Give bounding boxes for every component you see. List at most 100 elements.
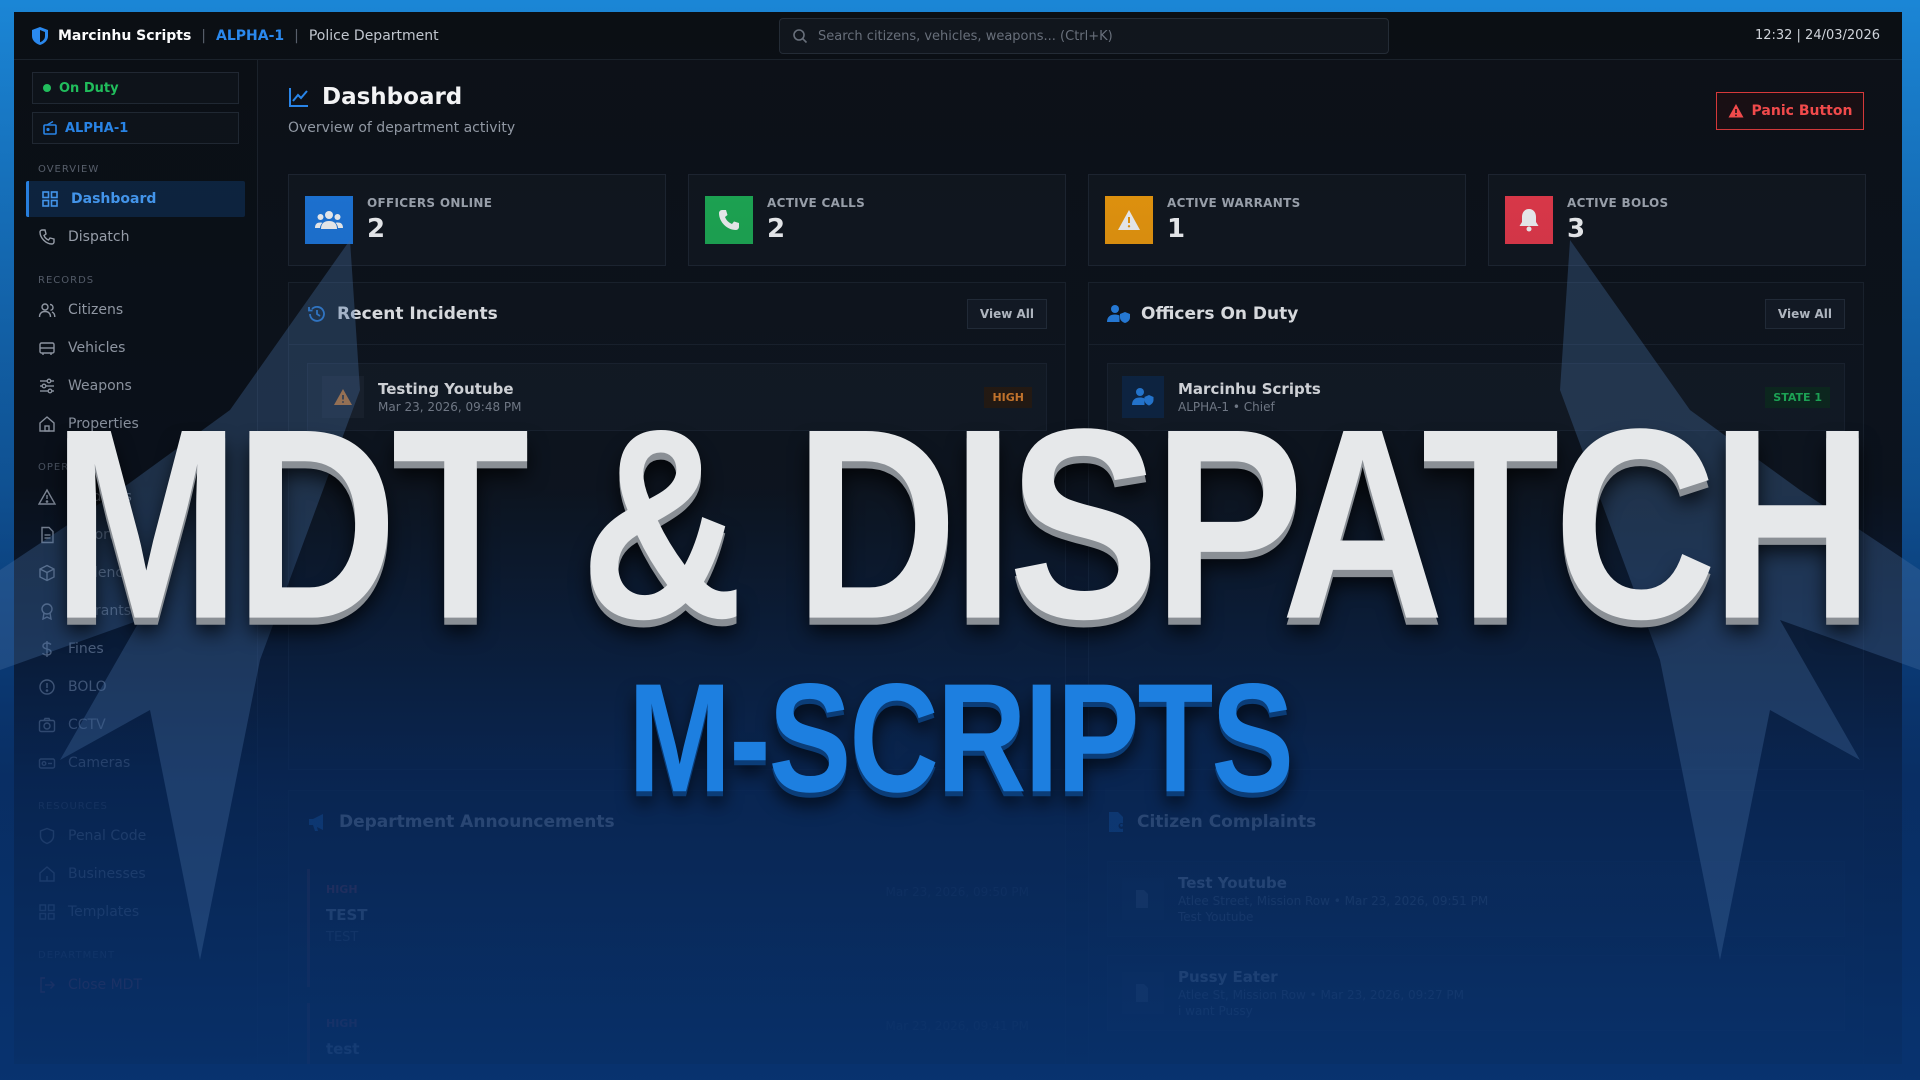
stat-icon-tile bbox=[705, 196, 753, 244]
unit-label: ALPHA-1 bbox=[65, 120, 129, 136]
announcements-panel: Department Announcements HIGH TEST TEST … bbox=[288, 790, 1066, 1064]
stat-card-calls[interactable]: ACTIVE CALLS 2 bbox=[688, 174, 1066, 266]
sidebar-item-label: Evidence bbox=[68, 565, 132, 581]
priority-badge: HIGH bbox=[984, 386, 1032, 408]
warning-icon bbox=[1728, 104, 1744, 118]
sidebar-item-bolo[interactable]: BOLO bbox=[26, 669, 245, 705]
stat-label: ACTIVE CALLS bbox=[767, 196, 866, 210]
sidebar-item-label: Businesses bbox=[68, 866, 146, 882]
announcement-item[interactable]: HIGH test Mar 23, 2026, 09:41 PM bbox=[307, 1003, 1047, 1064]
shield-icon bbox=[32, 26, 48, 45]
search-input[interactable] bbox=[818, 28, 1358, 44]
complaints-panel: Citizen Complaints Test Youtube Atlee St… bbox=[1088, 790, 1864, 1064]
complaint-title: Test Youtube bbox=[1178, 874, 1287, 892]
duty-status-label: On Duty bbox=[59, 80, 119, 96]
view-all-incidents-button[interactable]: View All bbox=[966, 298, 1047, 329]
grid-icon bbox=[42, 191, 58, 207]
sidebar-item-dispatch[interactable]: Dispatch bbox=[26, 219, 245, 255]
sidebar-item-citizens[interactable]: Citizens bbox=[26, 292, 245, 328]
badge-icon bbox=[41, 603, 53, 620]
home-icon bbox=[39, 416, 55, 432]
incident-icon-tile bbox=[322, 376, 364, 418]
stat-value: 2 bbox=[367, 214, 386, 244]
section-resources: RESOURCES bbox=[38, 801, 108, 812]
alert-circle-icon bbox=[39, 679, 55, 695]
page-header: Dashboard bbox=[288, 84, 462, 110]
unit-selector[interactable]: ALPHA-1 bbox=[32, 112, 239, 144]
sidebar-item-cctv[interactable]: CCTV bbox=[26, 707, 245, 743]
megaphone-icon bbox=[309, 814, 323, 831]
sidebar-item-evidence[interactable]: Evidence bbox=[26, 555, 245, 591]
stat-card-bolos[interactable]: ACTIVE BOLOS 3 bbox=[1488, 174, 1866, 266]
sidebar-item-penal-code[interactable]: Penal Code bbox=[26, 818, 245, 854]
announcement-item[interactable]: HIGH TEST TEST Mar 23, 2026, 09:50 PM bbox=[307, 869, 1047, 987]
complaint-icon-tile bbox=[1122, 878, 1164, 920]
top-bar: Marcinhu Scripts | ALPHA-1 | Police Depa… bbox=[14, 12, 1902, 60]
view-all-officers-button[interactable]: View All bbox=[1764, 298, 1845, 329]
stat-icon-tile bbox=[1105, 196, 1153, 244]
page-subtitle: Overview of department activity bbox=[288, 120, 516, 136]
announcement-title: TEST bbox=[326, 906, 368, 924]
sidebar-item-label: Fines bbox=[68, 641, 104, 657]
dollar-icon bbox=[41, 641, 52, 657]
sidebar-item-incidents[interactable]: Incidents bbox=[26, 479, 245, 515]
box-icon bbox=[39, 564, 55, 582]
mdt-window: Marcinhu Scripts | ALPHA-1 | Police Depa… bbox=[14, 12, 1902, 1064]
complaint-row[interactable]: Test Youtube Atlee Street, Mission Row •… bbox=[1107, 861, 1845, 937]
announcement-title: test bbox=[326, 1040, 360, 1058]
panel-title: Officers On Duty bbox=[1141, 303, 1299, 324]
sidebar-item-templates[interactable]: Templates bbox=[26, 894, 245, 930]
sidebar-item-weapons[interactable]: Weapons bbox=[26, 368, 245, 404]
section-operations: OPERATIONS bbox=[38, 462, 112, 473]
app-name: Marcinhu Scripts bbox=[58, 27, 192, 44]
panel-header: Citizen Complaints bbox=[1089, 791, 1863, 853]
incident-title: Testing Youtube bbox=[378, 380, 514, 398]
sidebar-item-label: Templates bbox=[68, 904, 140, 920]
brand: Marcinhu Scripts | ALPHA-1 | Police Depa… bbox=[32, 26, 439, 45]
brand-separator: | bbox=[201, 27, 207, 44]
file-user-icon bbox=[1109, 812, 1125, 832]
main-content: Dashboard Overview of department activit… bbox=[258, 60, 1902, 1064]
sidebar-item-cameras[interactable]: Cameras bbox=[26, 745, 245, 781]
stat-card-officers[interactable]: OFFICERS ONLINE 2 bbox=[288, 174, 666, 266]
clock: 12:32 | 24/03/2026 bbox=[1754, 28, 1880, 43]
officer-name: Marcinhu Scripts bbox=[1178, 380, 1321, 398]
sliders-icon bbox=[40, 378, 54, 394]
department-name: Police Department bbox=[308, 27, 439, 44]
radio-icon bbox=[43, 121, 57, 135]
incident-row[interactable]: Testing Youtube Mar 23, 2026, 09:48 PM H… bbox=[307, 363, 1047, 431]
sidebar-item-label: Reports bbox=[68, 527, 122, 543]
search-icon bbox=[793, 29, 808, 44]
sidebar-item-close-mdt[interactable]: Close MDT bbox=[26, 967, 245, 1003]
global-search[interactable] bbox=[779, 18, 1389, 54]
warning-icon bbox=[38, 488, 56, 505]
sidebar-item-dashboard[interactable]: Dashboard bbox=[26, 181, 245, 217]
sidebar-item-fines[interactable]: Fines bbox=[26, 631, 245, 667]
car-icon bbox=[39, 342, 55, 355]
unit-callsign: ALPHA-1 bbox=[216, 27, 285, 44]
sidebar-item-businesses[interactable]: Businesses bbox=[26, 856, 245, 892]
stat-card-warrants[interactable]: ACTIVE WARRANTS 1 bbox=[1088, 174, 1466, 266]
officer-row[interactable]: Marcinhu Scripts ALPHA-1 • Chief STATE 1 bbox=[1107, 363, 1845, 431]
history-icon bbox=[308, 305, 325, 322]
sidebar-item-properties[interactable]: Properties bbox=[26, 406, 245, 442]
announcement-date: Mar 23, 2026, 09:41 PM bbox=[885, 1019, 1029, 1033]
announcement-body: TEST bbox=[326, 930, 359, 945]
building-icon bbox=[39, 866, 55, 882]
stat-icon-tile bbox=[1505, 196, 1553, 244]
sidebar-item-label: BOLO bbox=[68, 679, 107, 695]
sidebar-item-label: Warrants bbox=[68, 603, 132, 619]
sidebar-item-vehicles[interactable]: Vehicles bbox=[26, 330, 245, 366]
state-badge: STATE 1 bbox=[1765, 386, 1830, 408]
complaint-row[interactable]: Pussy Eater Atlee St, Mission Row • Mar … bbox=[1107, 955, 1845, 1031]
panel-header: Officers On Duty View All bbox=[1089, 283, 1863, 345]
stat-label: ACTIVE BOLOS bbox=[1567, 196, 1669, 210]
duty-toggle[interactable]: On Duty bbox=[32, 72, 239, 104]
logout-icon bbox=[40, 977, 55, 993]
panel-header: Department Announcements bbox=[289, 791, 1065, 853]
panic-button-label: Panic Button bbox=[1751, 103, 1853, 119]
sidebar-item-warrants[interactable]: Warrants bbox=[26, 593, 245, 629]
sidebar-item-label: Incidents bbox=[68, 489, 132, 505]
sidebar-item-reports[interactable]: Reports bbox=[26, 517, 245, 553]
panic-button[interactable]: Panic Button bbox=[1716, 92, 1864, 130]
